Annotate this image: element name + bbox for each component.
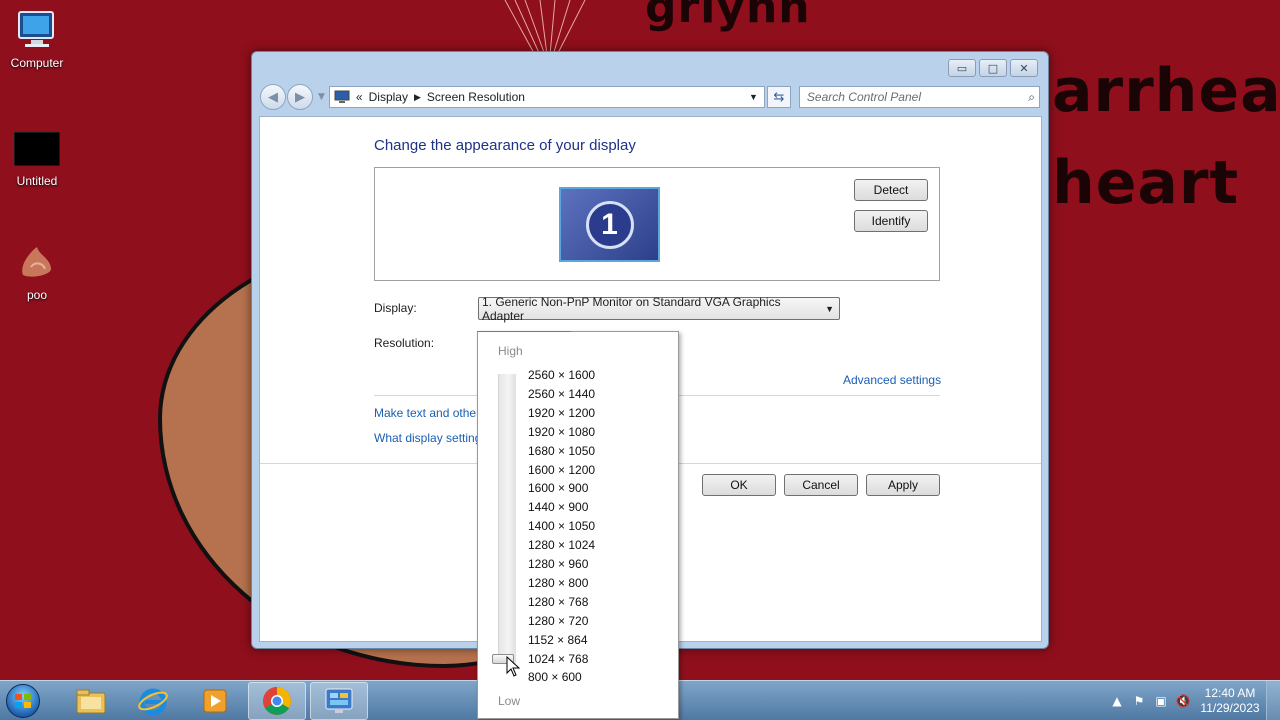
mouse-cursor-icon: [506, 656, 521, 677]
breadcrumb-separator-icon[interactable]: ▶: [414, 92, 421, 103]
clock-date: 11/29/2023: [1200, 701, 1260, 715]
computer-icon: [14, 10, 60, 50]
address-chevrons[interactable]: «: [356, 90, 363, 104]
window-controls: ▭ □ ✕: [948, 59, 1038, 77]
resolution-option[interactable]: 800 × 600: [528, 670, 582, 684]
wallpaper-text-mid: arrhea: [1052, 56, 1280, 126]
taskbar-chrome[interactable]: [248, 681, 306, 720]
monitor-number: 1: [585, 200, 634, 249]
what-display-settings-link[interactable]: What display setting: [374, 431, 481, 445]
clock-time: 12:40 AM: [1204, 686, 1256, 700]
search-input[interactable]: Search Control Panel ⌕: [798, 86, 1040, 108]
action-center-icon[interactable]: ⚑: [1128, 694, 1150, 708]
resolution-option[interactable]: 1920 × 1080: [528, 425, 595, 439]
recent-pages-dropdown-icon[interactable]: ▼: [318, 92, 325, 102]
minimize-button[interactable]: ▭: [948, 59, 976, 77]
wallpaper-text-top: griyhh: [645, 0, 811, 33]
cancel-button[interactable]: Cancel: [784, 474, 858, 496]
media-player-icon: [203, 689, 227, 712]
monitor-1-icon[interactable]: 1: [559, 187, 660, 262]
monitor-arrangement-box: 1 Detect Identify: [374, 167, 940, 281]
desktop-icon-label: Computer: [10, 56, 64, 70]
address-dropdown-icon[interactable]: ▼: [749, 92, 758, 102]
slider-low-label: Low: [498, 694, 521, 708]
chevron-down-icon: ▼: [825, 303, 834, 314]
search-placeholder: Search Control Panel: [806, 90, 921, 104]
refresh-button[interactable]: ⇆: [766, 86, 791, 108]
show-desktop-button[interactable]: [1266, 681, 1280, 720]
apply-button[interactable]: Apply: [866, 474, 940, 496]
detect-button[interactable]: Detect: [854, 179, 928, 201]
back-button[interactable]: ◀: [260, 84, 286, 110]
resolution-option[interactable]: 1280 × 960: [528, 557, 588, 571]
display-label: Display:: [374, 301, 417, 315]
taskbar-control-panel[interactable]: [310, 681, 368, 720]
resolution-option[interactable]: 1600 × 1200: [528, 463, 595, 477]
resolution-option[interactable]: 1440 × 900: [528, 500, 588, 514]
image-file-icon: [14, 242, 60, 282]
resolution-option[interactable]: 1600 × 900: [528, 481, 588, 495]
desktop-icon-poo[interactable]: poo: [0, 242, 74, 302]
folder-icon: [76, 689, 106, 713]
resolution-option[interactable]: 1280 × 1024: [528, 538, 595, 552]
identify-button[interactable]: Identify: [854, 210, 928, 232]
display-control-panel-icon: [334, 90, 350, 103]
resolution-option[interactable]: 1280 × 800: [528, 576, 588, 590]
resolution-label: Resolution:: [374, 336, 435, 350]
breadcrumb-screen-resolution[interactable]: Screen Resolution: [427, 90, 525, 104]
resolution-option[interactable]: 1152 × 864: [528, 633, 588, 647]
display-select-value: 1. Generic Non-PnP Monitor on Standard V…: [482, 294, 781, 323]
system-tray: ▲ ⚑ ▣ 🔇 12:40 AM 11/29/2023: [1106, 681, 1280, 720]
ok-button[interactable]: OK: [702, 474, 776, 496]
resolution-option[interactable]: 1280 × 768: [528, 595, 588, 609]
taskbar-windows-explorer[interactable]: [62, 682, 120, 720]
volume-muted-icon[interactable]: 🔇: [1172, 694, 1194, 708]
chrome-icon: [263, 686, 291, 715]
forward-button[interactable]: ▶: [287, 84, 313, 110]
taskbar-internet-explorer[interactable]: [124, 682, 182, 720]
resolution-option[interactable]: 1280 × 720: [528, 614, 588, 628]
maximize-button[interactable]: □: [979, 59, 1007, 77]
search-icon[interactable]: ⌕: [1028, 90, 1035, 105]
desktop-icon-untitled[interactable]: Untitled: [0, 128, 74, 188]
resolution-option[interactable]: 1024 × 768: [528, 652, 588, 666]
control-panel-icon: [325, 688, 353, 713]
resolution-slider-track[interactable]: [498, 374, 516, 664]
file-icon: [14, 128, 60, 168]
text-size-link[interactable]: Make text and other: [374, 406, 480, 420]
desktop-icon-computer[interactable]: Computer: [0, 10, 74, 70]
internet-explorer-icon: [138, 688, 168, 715]
refresh-icon: ⇆: [773, 89, 785, 105]
windows-logo-icon: [6, 683, 40, 718]
desktop-icon-label: poo: [26, 288, 48, 302]
navigation-bar: ◀ ▶ ▼ « Display ▶ Screen Resolution ▼ ⇆ …: [260, 84, 1040, 110]
show-hidden-icons-icon[interactable]: ▲: [1106, 694, 1128, 708]
start-button[interactable]: [0, 681, 46, 720]
slider-high-label: High: [498, 344, 523, 358]
page-title: Change the appearance of your display: [374, 137, 636, 154]
dropdown-anchor-edge: [477, 331, 571, 335]
display-select[interactable]: 1. Generic Non-PnP Monitor on Standard V…: [478, 294, 840, 323]
resolution-option[interactable]: 2560 × 1440: [528, 387, 595, 401]
resolution-option[interactable]: 2560 × 1600: [528, 368, 595, 382]
address-bar[interactable]: « Display ▶ Screen Resolution ▼: [328, 86, 765, 108]
desktop-icon-label: Untitled: [16, 174, 58, 188]
resolution-option[interactable]: 1680 × 1050: [528, 444, 595, 458]
breadcrumb-display[interactable]: Display: [369, 90, 408, 104]
advanced-settings-link[interactable]: Advanced settings: [843, 373, 941, 387]
network-icon[interactable]: ▣: [1150, 694, 1172, 708]
wallpaper-text-bottom: heart: [1052, 148, 1240, 218]
forward-arrow-icon: ▶: [295, 89, 305, 105]
clock[interactable]: 12:40 AM 11/29/2023: [1194, 686, 1266, 716]
taskbar-media-player[interactable]: [186, 682, 244, 720]
resolution-option[interactable]: 1920 × 1200: [528, 406, 595, 420]
resolution-option[interactable]: 1400 × 1050: [528, 519, 595, 533]
back-arrow-icon: ◀: [268, 89, 278, 105]
close-button[interactable]: ✕: [1010, 59, 1038, 77]
